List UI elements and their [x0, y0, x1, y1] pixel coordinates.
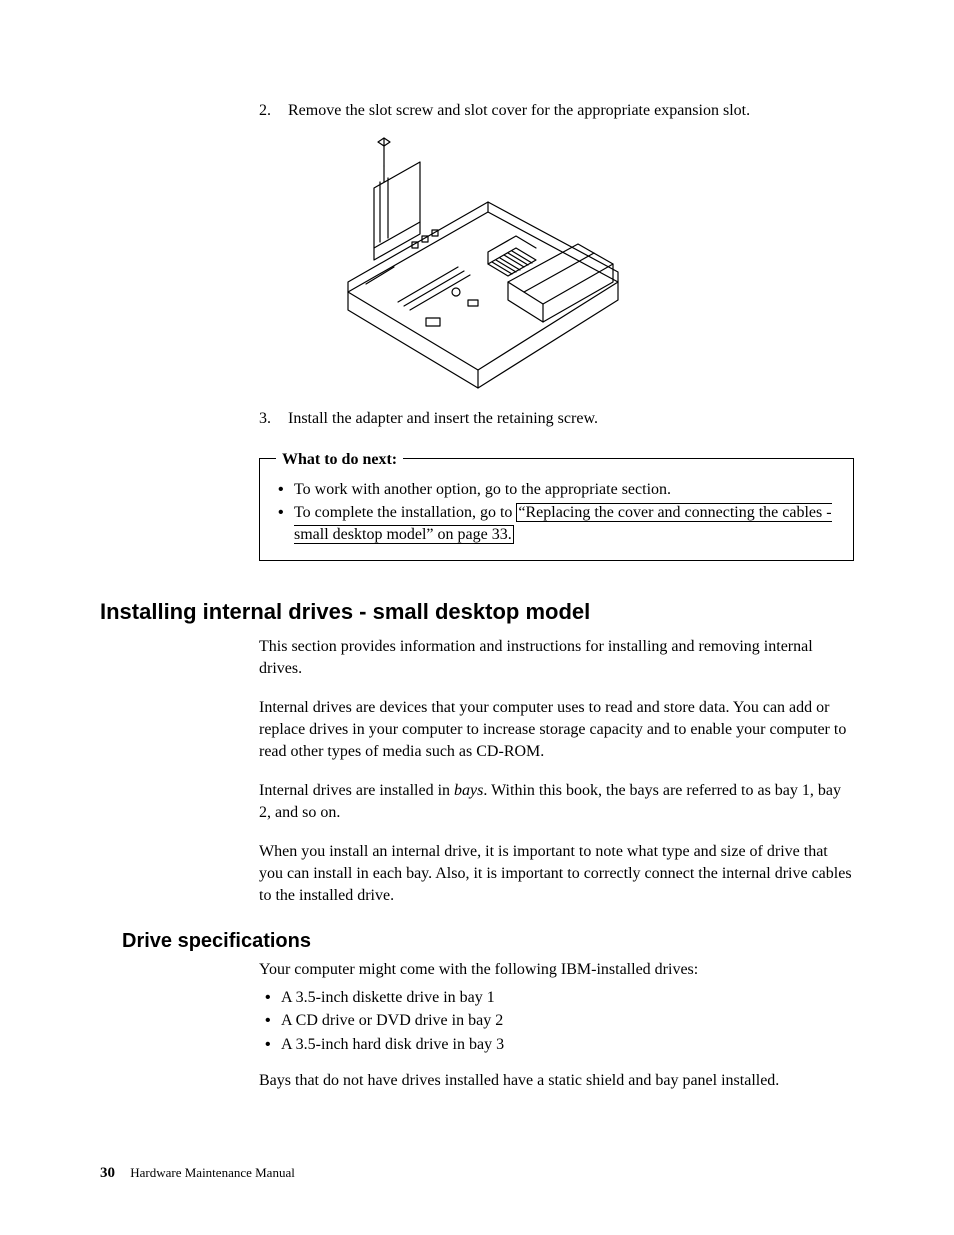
- paragraph: Your computer might come with the follow…: [259, 959, 854, 981]
- paragraph: Internal drives are installed in bays. W…: [259, 780, 854, 823]
- footer-title: Hardware Maintenance Manual: [130, 1165, 295, 1180]
- paragraph: This section provides information and in…: [259, 636, 854, 679]
- page: Remove the slot screw and slot cover for…: [0, 0, 954, 1235]
- callout-text-pre: To complete the installation, go to: [294, 504, 516, 521]
- body-column: Remove the slot screw and slot cover for…: [259, 100, 854, 561]
- figure-expansion-slot: [328, 132, 854, 399]
- what-to-do-next-box: What to do next: To work with another op…: [259, 458, 854, 561]
- page-footer: 30 Hardware Maintenance Manual: [100, 1163, 295, 1183]
- step-list: Remove the slot screw and slot cover for…: [259, 100, 854, 430]
- step-2: Remove the slot screw and slot cover for…: [259, 100, 854, 398]
- callout-list: To work with another option, go to the a…: [272, 479, 841, 546]
- motherboard-illustration-icon: [328, 132, 628, 392]
- body-column: This section provides information and in…: [259, 636, 854, 906]
- heading-installing-internal-drives: Installing internal drives - small deskt…: [100, 597, 854, 627]
- list-item: A 3.5-inch diskette drive in bay 1: [259, 987, 854, 1009]
- step-text: Remove the slot screw and slot cover for…: [288, 102, 750, 119]
- list-item: A 3.5-inch hard disk drive in bay 3: [259, 1034, 854, 1056]
- text: Internal drives are installed in: [259, 782, 454, 799]
- body-column: Your computer might come with the follow…: [259, 959, 854, 1091]
- heading-drive-specifications: Drive specifications: [122, 928, 854, 955]
- paragraph: Bays that do not have drives installed h…: [259, 1070, 854, 1092]
- list-item: A CD drive or DVD drive in bay 2: [259, 1010, 854, 1032]
- page-number: 30: [100, 1165, 115, 1181]
- callout-legend: What to do next:: [276, 449, 403, 471]
- callout-item: To complete the installation, go to “Rep…: [272, 502, 841, 545]
- step-text: Install the adapter and insert the retai…: [288, 410, 598, 427]
- callout-text: To work with another option, go to the a…: [294, 481, 671, 498]
- step-3: Install the adapter and insert the retai…: [259, 408, 854, 430]
- paragraph: Internal drives are devices that your co…: [259, 697, 854, 762]
- paragraph: When you install an internal drive, it i…: [259, 841, 854, 906]
- spec-list: A 3.5-inch diskette drive in bay 1 A CD …: [259, 987, 854, 1056]
- emphasis: bays: [454, 782, 483, 799]
- callout-item: To work with another option, go to the a…: [272, 479, 841, 501]
